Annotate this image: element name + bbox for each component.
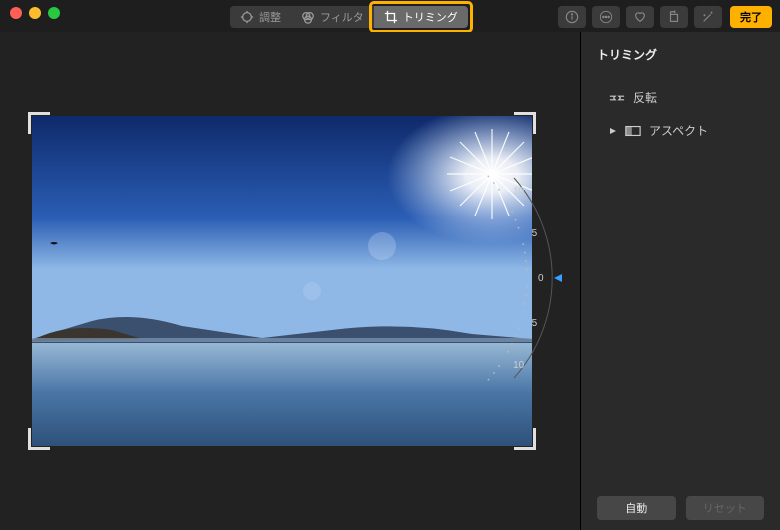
done-button[interactable]: 完了: [730, 6, 772, 28]
auto-button[interactable]: 自動: [597, 496, 676, 520]
rotate-icon: [667, 10, 681, 24]
crop-frame[interactable]: [32, 116, 532, 446]
aspect-label: アスペクト: [649, 122, 708, 139]
svg-text:5: 5: [532, 318, 538, 329]
rotate-button[interactable]: [660, 6, 688, 28]
svg-text:10: 10: [513, 186, 525, 197]
reset-button[interactable]: リセット: [686, 496, 765, 520]
toolbar-tab-group: 調整 フィルタ トリミング: [230, 6, 468, 28]
wand-icon: [701, 10, 715, 24]
svg-text:5: 5: [532, 228, 538, 239]
crop-handle-tl[interactable]: [28, 112, 50, 134]
svg-text:10: 10: [513, 360, 525, 371]
crop-handle-tr[interactable]: [514, 112, 536, 134]
flip-row[interactable]: 反転: [609, 89, 764, 106]
crop-handle-br[interactable]: [514, 428, 536, 450]
filter-tab-label: フィルタ: [320, 9, 364, 25]
canvas-area: 15105051015: [0, 32, 580, 530]
adjust-icon: [240, 10, 254, 24]
toolbar: 調整 フィルタ トリミング 完了: [0, 3, 780, 31]
adjust-tab-label: 調整: [259, 9, 281, 25]
enhance-button[interactable]: [694, 6, 722, 28]
crop-tab[interactable]: トリミング: [374, 6, 468, 28]
aspect-icon: [625, 124, 641, 138]
flip-label: 反転: [633, 89, 657, 106]
info-button[interactable]: [558, 6, 586, 28]
flip-icon: [609, 91, 625, 105]
crop-handle-bl[interactable]: [28, 428, 50, 450]
main-area: 15105051015 トリミング 反転 アスペクト 自動 リセット: [0, 32, 780, 530]
favorite-button[interactable]: [626, 6, 654, 28]
ellipsis-icon: [599, 10, 613, 24]
disclosure-triangle-icon: [609, 127, 617, 135]
sidebar-title: トリミング: [597, 46, 764, 63]
filter-tab[interactable]: フィルタ: [291, 6, 374, 28]
photo-preview: [32, 116, 532, 446]
adjust-tab[interactable]: 調整: [230, 6, 291, 28]
crop-icon: [384, 10, 398, 24]
heart-icon: [633, 10, 647, 24]
aspect-row[interactable]: アスペクト: [609, 122, 764, 139]
filter-icon: [301, 10, 315, 24]
rotation-dial[interactable]: 15105051015: [484, 168, 614, 388]
info-icon: [565, 10, 579, 24]
crop-tab-label: トリミング: [403, 9, 458, 25]
sidebar-footer: 自動 リセット: [597, 496, 764, 520]
more-button[interactable]: [592, 6, 620, 28]
svg-text:0: 0: [538, 273, 544, 284]
